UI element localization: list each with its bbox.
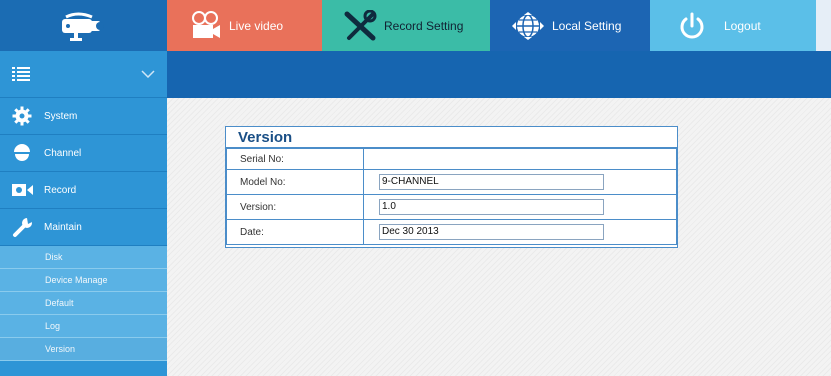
- sidebar-item-maintain[interactable]: Maintain: [0, 209, 167, 246]
- version-field[interactable]: 1.0: [379, 199, 604, 215]
- submenu-item-label: Disk: [45, 252, 63, 262]
- serial-no-label: Serial No:: [226, 148, 364, 170]
- sidebar: System Channel Record Maintain Disk Devi…: [0, 51, 167, 376]
- power-icon: [672, 6, 712, 46]
- header-strip: [167, 51, 831, 98]
- serial-no-value: [363, 148, 677, 170]
- submenu-item-disk[interactable]: Disk: [0, 246, 167, 269]
- sidebar-item-label: Maintain: [44, 221, 82, 233]
- table-row: Date: Dec 30 2013: [226, 219, 677, 245]
- date-label: Date:: [226, 219, 364, 245]
- tab-record-setting[interactable]: Record Setting: [322, 0, 490, 51]
- table-row: Model No: 9-CHANNEL: [226, 169, 677, 195]
- list-menu-icon: [12, 67, 30, 81]
- tab-local-setting-label: Local Setting: [552, 18, 622, 33]
- table-row: Version: 1.0: [226, 194, 677, 220]
- main-content: Version Serial No: Model No: 9-CHANNEL V…: [167, 98, 831, 376]
- tab-logout-label: Logout: [724, 18, 761, 33]
- model-no-cell: 9-CHANNEL: [363, 169, 677, 195]
- top-nav-bar: Live video Record Setting Local Setting …: [0, 0, 831, 51]
- model-no-label: Model No:: [226, 169, 364, 195]
- sidebar-item-label: Channel: [44, 147, 82, 159]
- app-root: Live video Record Setting Local Setting …: [0, 0, 831, 376]
- date-field[interactable]: Dec 30 2013: [379, 224, 604, 240]
- submenu-item-label: Default: [45, 298, 74, 308]
- date-cell: Dec 30 2013: [363, 219, 677, 245]
- version-label: Version:: [226, 194, 364, 220]
- tab-local-setting[interactable]: Local Setting: [490, 0, 650, 51]
- submenu-item-label: Device Manage: [45, 275, 108, 285]
- model-no-field[interactable]: 9-CHANNEL: [379, 174, 604, 190]
- submenu-item-log[interactable]: Log: [0, 315, 167, 338]
- sidebar-item-label: Record: [44, 184, 77, 196]
- nav-edge: [816, 0, 831, 51]
- record-icon: [12, 183, 44, 197]
- wrench-icon: [12, 216, 44, 238]
- submenu-item-default[interactable]: Default: [0, 292, 167, 315]
- panel-title: Version: [226, 127, 677, 148]
- maintain-submenu: Disk Device Manage Default Log Version: [0, 246, 167, 361]
- chevron-down-icon: [141, 70, 155, 78]
- tools-icon: [340, 6, 380, 46]
- submenu-item-version[interactable]: Version: [0, 338, 167, 361]
- submenu-item-device-manage[interactable]: Device Manage: [0, 269, 167, 292]
- sidebar-item-record[interactable]: Record: [0, 172, 167, 209]
- version-cell: 1.0: [363, 194, 677, 220]
- gear-icon: [12, 106, 44, 126]
- version-table: Serial No: Model No: 9-CHANNEL Version: …: [226, 148, 677, 245]
- dome-camera-icon: [12, 143, 44, 163]
- tab-logout[interactable]: Logout: [650, 0, 816, 51]
- movie-camera-icon: [185, 6, 225, 46]
- logo: [0, 0, 167, 51]
- menu-toggle[interactable]: [0, 51, 167, 98]
- sidebar-item-channel[interactable]: Channel: [0, 135, 167, 172]
- version-panel: Version Serial No: Model No: 9-CHANNEL V…: [225, 126, 678, 248]
- table-row: Serial No:: [226, 148, 677, 170]
- tab-record-setting-label: Record Setting: [384, 18, 464, 33]
- sidebar-item-system[interactable]: System: [0, 98, 167, 135]
- bullet-camera-logo-icon: [61, 12, 104, 41]
- sidebar-item-label: System: [44, 110, 78, 122]
- tab-live-video[interactable]: Live video: [167, 0, 322, 51]
- globe-arrows-icon: [508, 6, 548, 46]
- tab-live-video-label: Live video: [229, 18, 284, 33]
- submenu-item-label: Version: [45, 344, 76, 354]
- submenu-item-label: Log: [45, 321, 61, 331]
